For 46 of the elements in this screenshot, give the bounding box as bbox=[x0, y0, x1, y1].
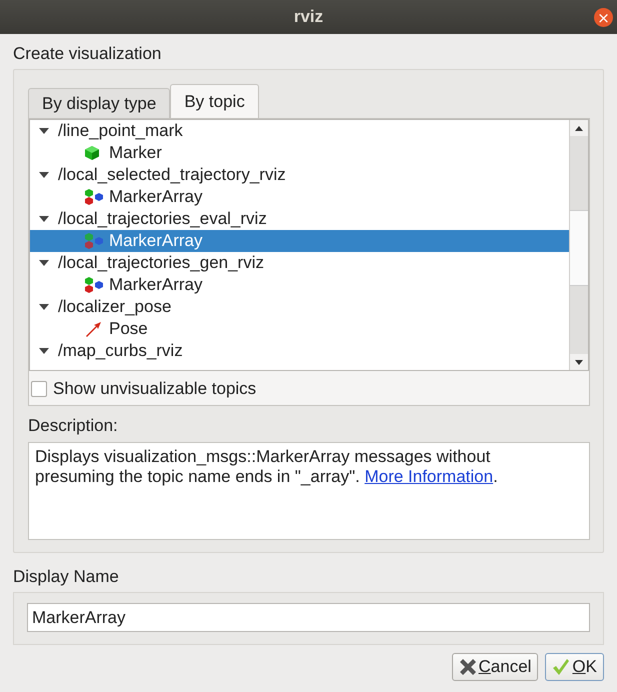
cross-icon bbox=[458, 659, 476, 675]
expand-arrow-icon[interactable] bbox=[39, 302, 49, 312]
display-type-label: MarkerArray bbox=[109, 231, 203, 251]
expand-arrow-icon[interactable] bbox=[39, 126, 49, 136]
display-type-label: MarkerArray bbox=[109, 187, 203, 207]
cube-icon bbox=[84, 145, 100, 161]
display-name-label: Display Name bbox=[13, 566, 120, 588]
scroll-up-icon[interactable] bbox=[575, 126, 583, 130]
description-label: Description: bbox=[28, 415, 119, 437]
checkmark-icon bbox=[552, 658, 570, 676]
topic-item[interactable]: /localizer_pose bbox=[58, 297, 172, 317]
expand-arrow-icon[interactable] bbox=[39, 258, 49, 268]
more-information-link[interactable]: More Information bbox=[364, 467, 494, 486]
section-title: Create visualization bbox=[13, 43, 162, 65]
checkbox[interactable] bbox=[31, 381, 47, 397]
expand-arrow-icon[interactable] bbox=[39, 214, 49, 224]
window-title: rviz bbox=[294, 7, 324, 27]
expand-arrow-icon[interactable] bbox=[39, 170, 49, 180]
cancel-button[interactable]: Cancel bbox=[452, 653, 538, 681]
description-text: Displays visualization_msgs::MarkerArray messages without presuming the topic name ends in "_array". More Information. bbox=[28, 442, 590, 540]
tab[interactable]: By display type bbox=[28, 88, 170, 118]
topic-item[interactable]: /local_trajectories_gen_rviz bbox=[58, 253, 264, 273]
display-type-label: MarkerArray bbox=[109, 275, 203, 295]
topic-item[interactable]: /line_point_mark bbox=[58, 121, 183, 141]
topic-item[interactable]: /map_curbs_rviz bbox=[58, 341, 183, 361]
topic-item[interactable]: /local_selected_trajectory_rviz bbox=[58, 165, 286, 185]
tab[interactable]: By topic bbox=[170, 84, 259, 118]
topic-item[interactable]: /local_trajectories_eval_rviz bbox=[58, 209, 267, 229]
display-name-field[interactable]: MarkerArray bbox=[27, 603, 590, 632]
scrollbar[interactable] bbox=[569, 120, 588, 370]
display-type-item[interactable]: MarkerArray bbox=[30, 186, 569, 208]
cubes-icon bbox=[84, 276, 106, 294]
cubes-icon bbox=[84, 188, 106, 206]
display-type-label: Marker bbox=[109, 143, 162, 163]
display-type-label: Pose bbox=[109, 319, 148, 339]
expand-arrow-icon[interactable] bbox=[39, 346, 49, 356]
cubes-icon bbox=[84, 232, 106, 250]
display-type-item[interactable]: MarkerArray bbox=[30, 230, 569, 252]
display-type-item[interactable]: MarkerArray bbox=[30, 274, 569, 296]
scroll-down-icon[interactable] bbox=[575, 360, 583, 364]
arrow-icon bbox=[84, 321, 102, 337]
ok-button[interactable]: OK bbox=[545, 653, 604, 681]
checkbox-label: Show unvisualizable topics bbox=[53, 379, 256, 399]
close-button[interactable]: × bbox=[594, 8, 613, 27]
display-type-item[interactable]: Marker bbox=[30, 142, 569, 164]
display-type-item[interactable]: Pose bbox=[30, 318, 569, 340]
